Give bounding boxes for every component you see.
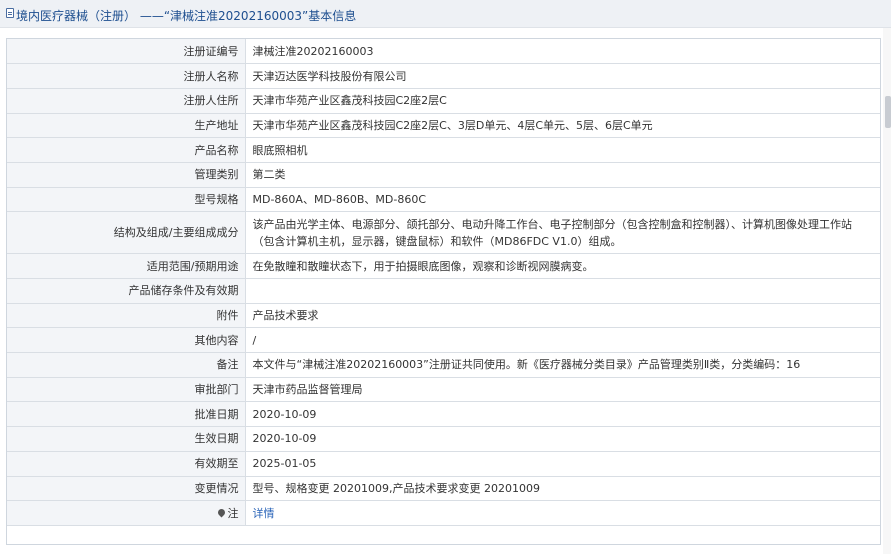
row-value: 眼底照相机	[245, 137, 880, 163]
table-row: 生效日期 2020-10-09	[7, 426, 880, 452]
row-value: 该产品由光学主体、电源部分、颌托部分、电动升降工作台、电子控制部分（包含控制盒和…	[245, 211, 880, 255]
row-label: 生产地址	[7, 113, 246, 139]
table-row: 型号规格 MD-860A、MD-860B、MD-860C	[7, 187, 880, 213]
note-value-cell: 详情	[245, 500, 880, 526]
table-row: 变更情况 型号、规格变更 20201009,产品技术要求变更 20201009	[7, 476, 880, 502]
row-label: 注册人住所	[7, 88, 246, 114]
row-label: 产品储存条件及有效期	[7, 278, 246, 304]
row-label: 适用范围/预期用途	[7, 253, 246, 279]
row-value: 产品技术要求	[245, 303, 880, 329]
info-table: 注册证编号 津械注准20202160003 注册人名称 天津迈达医学科技股份有限公司…	[6, 38, 881, 545]
table-row: 备注 本文件与“津械注准20202160003”注册证共同使用。新《医疗器械分类目…	[7, 352, 880, 378]
row-label: 变更情况	[7, 476, 246, 502]
row-label: 批准日期	[7, 401, 246, 428]
row-value: 2020-10-09	[245, 426, 880, 452]
table-row: 附件 产品技术要求	[7, 303, 880, 329]
row-value: 型号、规格变更 20201009,产品技术要求变更 20201009	[245, 476, 880, 502]
note-label-cell: 注	[7, 500, 246, 526]
pin-icon	[216, 507, 226, 517]
row-value: 本文件与“津械注准20202160003”注册证共同使用。新《医疗器械分类目录》…	[245, 352, 880, 378]
row-value: 第二类	[245, 162, 880, 188]
table-row: 注册人名称 天津迈达医学科技股份有限公司	[7, 63, 880, 89]
details-link[interactable]: 详情	[253, 507, 275, 520]
table-row: 审批部门 天津市药品监督管理局	[7, 377, 880, 403]
row-label: 其他内容	[7, 327, 246, 354]
page-title: 境内医疗器械（注册） ——“津械注准20202160003”基本信息	[16, 9, 357, 23]
row-label: 注册证编号	[7, 39, 246, 65]
table-row: 生产地址 天津市华苑产业区鑫茂科技园C2座2层C、3层D单元、4层C单元、5层、6…	[7, 113, 880, 139]
row-label: 审批部门	[7, 377, 246, 403]
row-value: 天津市华苑产业区鑫茂科技园C2座2层C、3层D单元、4层C单元、5层、6层C单元	[245, 113, 880, 139]
row-label: 管理类别	[7, 162, 246, 188]
table-row: 注册人住所 天津市华苑产业区鑫茂科技园C2座2层C	[7, 88, 880, 114]
row-value: 2020-10-09	[245, 401, 880, 428]
row-value: /	[245, 327, 880, 354]
row-label: 生效日期	[7, 426, 246, 452]
scrollbar-thumb[interactable]	[885, 96, 891, 128]
table-row: 产品名称 眼底照相机	[7, 137, 880, 163]
row-label: 有效期至	[7, 451, 246, 477]
note-label: 注	[227, 506, 239, 520]
row-label: 产品名称	[7, 137, 246, 163]
row-value: MD-860A、MD-860B、MD-860C	[245, 187, 880, 213]
table-row: 有效期至 2025-01-05	[7, 451, 880, 477]
document-icon	[6, 8, 14, 18]
table-row: 注册证编号 津械注准20202160003	[7, 39, 880, 65]
row-value: 津械注准20202160003	[245, 39, 880, 65]
table-row: 结构及组成/主要组成成分 该产品由光学主体、电源部分、颌托部分、电动升降工作台、电…	[7, 211, 880, 255]
row-value: 在免散瞳和散瞳状态下，用于拍摄眼底图像，观察和诊断视网膜病变。	[245, 253, 880, 279]
table-row: 产品储存条件及有效期	[7, 278, 880, 304]
page-header: 境内医疗器械（注册） ——“津械注准20202160003”基本信息	[0, 0, 891, 28]
row-value: 天津迈达医学科技股份有限公司	[245, 63, 880, 89]
table-row: 注 详情	[7, 500, 880, 526]
row-label: 结构及组成/主要组成成分	[7, 211, 246, 255]
row-label: 注册人名称	[7, 63, 246, 89]
table-row: 其他内容 /	[7, 327, 880, 354]
row-value: 2025-01-05	[245, 451, 880, 477]
table-row: 管理类别 第二类	[7, 162, 880, 188]
row-value: 天津市华苑产业区鑫茂科技园C2座2层C	[245, 88, 880, 114]
table-row: 适用范围/预期用途 在免散瞳和散瞳状态下，用于拍摄眼底图像，观察和诊断视网膜病变。	[7, 253, 880, 279]
row-label: 附件	[7, 303, 246, 329]
row-label: 型号规格	[7, 187, 246, 213]
row-value: 天津市药品监督管理局	[245, 377, 880, 403]
row-value	[245, 278, 880, 304]
row-label: 备注	[7, 352, 246, 378]
table-row: 批准日期 2020-10-09	[7, 401, 880, 428]
